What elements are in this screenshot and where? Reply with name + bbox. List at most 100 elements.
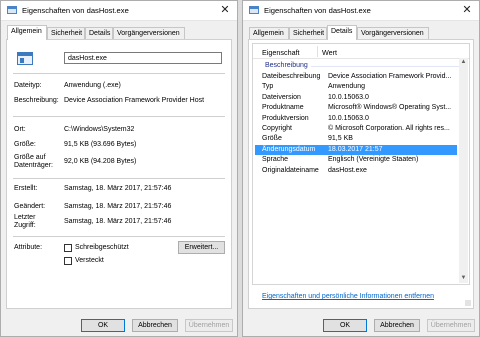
cancel-button[interactable]: Abbrechen xyxy=(132,319,178,332)
scroll-down-icon[interactable]: ▼ xyxy=(459,274,468,283)
location-label: Ort: xyxy=(14,126,26,133)
property-row[interactable]: Dateibeschreibung Device Association Fram… xyxy=(255,72,457,82)
property-name: Typ xyxy=(262,83,274,91)
divider xyxy=(13,178,225,179)
property-value: dasHost.exe xyxy=(328,166,367,174)
property-row[interactable]: Änderungsdatum 18.03.2017 21:57 xyxy=(255,144,457,155)
list-header: Eigenschaft Wert xyxy=(253,44,469,59)
tab-general[interactable]: Allgemein xyxy=(7,25,47,40)
window-icon xyxy=(249,6,259,14)
disk-size-label-line2: Datenträger: xyxy=(14,162,53,169)
advanced-button[interactable]: Erweitert... xyxy=(178,241,225,254)
property-row[interactable]: Originaldateiname dasHost.exe xyxy=(255,166,457,176)
window-title: Eigenschaften von dasHost.exe xyxy=(22,6,129,15)
property-name: Dateibeschreibung xyxy=(262,73,321,80)
property-name: Änderungsdatum xyxy=(262,145,316,153)
created-value: Samstag, 18. März 2017, 21:57:46 xyxy=(64,185,172,192)
tab-previous-versions[interactable]: Vorgängerversionen xyxy=(357,27,429,39)
description-value: Device Association Framework Provider Ho… xyxy=(64,97,205,104)
readonly-checkbox[interactable] xyxy=(64,244,72,252)
property-value: 91,5 KB xyxy=(328,135,353,143)
remove-properties-link[interactable]: Eigenschaften und persönliche Informatio… xyxy=(262,293,434,300)
hidden-checkbox[interactable] xyxy=(64,257,72,265)
property-name: Sprache xyxy=(262,156,289,164)
apply-button[interactable]: Übernehmen xyxy=(185,319,233,332)
tab-security[interactable]: Sicherheit xyxy=(289,27,327,39)
properties-window-details: Eigenschaften von dasHost.exe ✕ Allgemei… xyxy=(242,0,480,337)
accessed-value: Samstag, 18. März 2017, 21:57:46 xyxy=(64,218,172,225)
column-divider[interactable] xyxy=(317,46,318,57)
property-row[interactable]: Sprache Englisch (Vereinigte Staaten) xyxy=(255,155,457,165)
location-value: C:\Windows\System32 xyxy=(64,126,135,133)
title-bar[interactable]: Eigenschaften von dasHost.exe ✕ xyxy=(1,1,237,21)
modified-label: Geändert: xyxy=(14,203,46,210)
details-panel: Eigenschaft Wert Beschreibung Dateibesch… xyxy=(248,39,474,309)
property-value: 10.0.15063.0 xyxy=(328,114,369,122)
property-row[interactable]: Größe 91,5 KB xyxy=(255,134,457,144)
window-icon xyxy=(7,6,17,14)
property-name: Produktname xyxy=(262,104,304,112)
property-name: Produktversion xyxy=(262,114,309,122)
application-icon xyxy=(17,52,33,65)
description-label: Beschreibung: xyxy=(14,97,59,104)
close-icon[interactable]: ✕ xyxy=(459,3,475,17)
property-value: Anwendung xyxy=(328,83,365,91)
divider xyxy=(13,116,225,117)
details-list[interactable]: Eigenschaft Wert Beschreibung Dateibesch… xyxy=(252,43,470,285)
property-value: 18.03.2017 21:57 xyxy=(328,145,383,153)
property-name: Copyright xyxy=(262,125,292,132)
property-row[interactable]: Dateiversion 10.0.15063.0 xyxy=(255,93,457,103)
property-value: 10.0.15063.0 xyxy=(328,93,369,101)
disk-size-label: Größe auf Datenträger: xyxy=(14,154,53,170)
window-title: Eigenschaften von dasHost.exe xyxy=(264,6,371,15)
readonly-checkbox-label[interactable]: Schreibgeschützt xyxy=(75,244,129,252)
property-row[interactable]: Copyright © Microsoft Corporation. All ri… xyxy=(255,124,457,134)
hidden-checkbox-label[interactable]: Versteckt xyxy=(75,257,104,265)
property-value: © Microsoft Corporation. All rights res.… xyxy=(328,125,450,132)
divider xyxy=(13,73,225,74)
title-bar[interactable]: Eigenschaften von dasHost.exe ✕ xyxy=(243,1,479,21)
ok-button[interactable]: OK xyxy=(323,319,367,332)
tab-details[interactable]: Details xyxy=(85,27,113,39)
tab-details[interactable]: Details xyxy=(327,25,357,40)
type-value: Anwendung (.exe) xyxy=(64,82,121,89)
disk-size-value: 92,0 KB (94.208 Bytes) xyxy=(64,158,137,165)
size-label: Größe: xyxy=(14,141,36,148)
accessed-label: Letzter Zugriff: xyxy=(14,214,36,230)
vertical-scrollbar[interactable]: ▲ ▼ xyxy=(459,58,468,283)
property-value: Englisch (Vereinigte Staaten) xyxy=(328,156,419,164)
disk-size-label-line1: Größe auf xyxy=(14,154,46,161)
resize-grip-icon[interactable] xyxy=(465,300,471,306)
column-header-property[interactable]: Eigenschaft xyxy=(262,48,300,57)
close-icon[interactable]: ✕ xyxy=(217,3,233,17)
property-row[interactable]: Produktversion 10.0.15063.0 xyxy=(255,114,457,124)
properties-window-general: Eigenschaften von dasHost.exe ✕ Allgemei… xyxy=(0,0,238,337)
ok-button[interactable]: OK xyxy=(81,319,125,332)
property-name: Dateiversion xyxy=(262,93,301,101)
filename-field[interactable]: dasHost.exe xyxy=(64,52,222,64)
property-row[interactable]: Typ Anwendung xyxy=(255,82,457,92)
divider xyxy=(13,236,225,237)
cancel-button[interactable]: Abbrechen xyxy=(374,319,420,332)
property-value: Microsoft® Windows® Operating Syst... xyxy=(328,104,452,112)
accessed-label-line2: Zugriff: xyxy=(14,222,36,229)
attributes-label: Attribute: xyxy=(14,244,43,251)
tab-security[interactable]: Sicherheit xyxy=(47,27,85,39)
property-value: Device Association Framework Provid... xyxy=(328,73,452,80)
accessed-label-line1: Letzter xyxy=(14,214,36,221)
general-panel: dasHost.exe Dateityp: Anwendung (.exe) B… xyxy=(6,39,232,309)
group-header-description: Beschreibung xyxy=(265,62,308,69)
scroll-up-icon[interactable]: ▲ xyxy=(459,58,468,67)
group-divider xyxy=(311,66,465,67)
created-label: Erstellt: xyxy=(14,185,38,192)
column-header-value[interactable]: Wert xyxy=(322,48,337,57)
type-label: Dateityp: xyxy=(14,82,42,89)
property-name: Originaldateiname xyxy=(262,166,319,174)
tab-general[interactable]: Allgemein xyxy=(249,27,289,39)
property-name: Größe xyxy=(262,135,282,143)
size-value: 91,5 KB (93.696 Bytes) xyxy=(64,141,137,148)
tab-previous-versions[interactable]: Vorgängerversionen xyxy=(113,27,185,39)
property-row[interactable]: Produktname Microsoft® Windows® Operating… xyxy=(255,103,457,113)
apply-button[interactable]: Übernehmen xyxy=(427,319,475,332)
modified-value: Samstag, 18. März 2017, 21:57:46 xyxy=(64,203,172,210)
